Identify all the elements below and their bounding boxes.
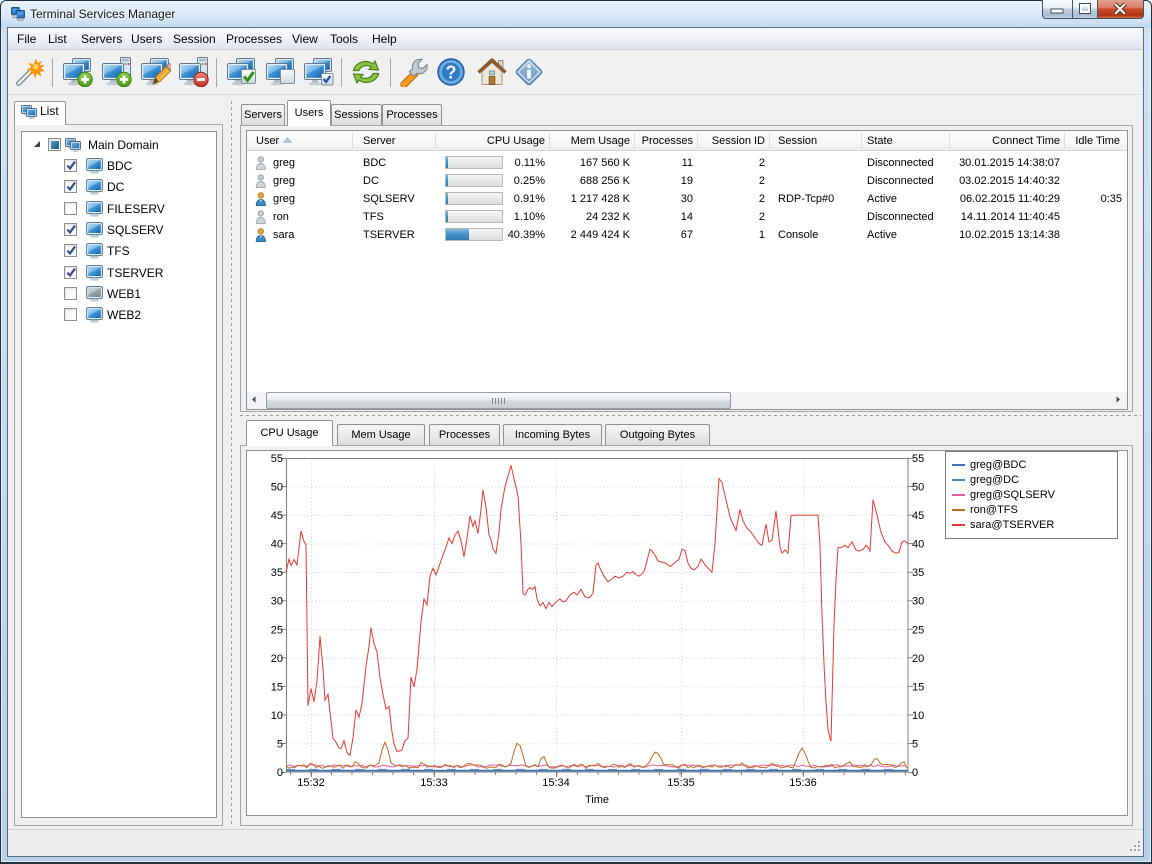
svg-text:0: 0 bbox=[277, 767, 283, 779]
svg-text:35: 35 bbox=[271, 567, 283, 579]
svg-text:15:33: 15:33 bbox=[420, 777, 448, 789]
svg-text:50: 50 bbox=[912, 482, 924, 494]
svg-text:50: 50 bbox=[271, 482, 283, 494]
svg-text:10: 10 bbox=[271, 710, 283, 722]
svg-text:35: 35 bbox=[912, 567, 924, 579]
svg-text:10: 10 bbox=[912, 710, 924, 722]
svg-text:15: 15 bbox=[271, 681, 283, 693]
svg-text:20: 20 bbox=[271, 653, 283, 665]
svg-text:40: 40 bbox=[912, 539, 924, 551]
svg-text:25: 25 bbox=[271, 624, 283, 636]
svg-text:30: 30 bbox=[912, 596, 924, 608]
svg-text:Time: Time bbox=[585, 794, 609, 806]
svg-text:5: 5 bbox=[912, 739, 918, 751]
svg-text:15:36: 15:36 bbox=[789, 777, 817, 789]
svg-text:?: ? bbox=[446, 63, 457, 83]
svg-text:25: 25 bbox=[912, 624, 924, 636]
svg-text:45: 45 bbox=[271, 510, 283, 522]
svg-text:55: 55 bbox=[271, 453, 283, 465]
svg-text:45: 45 bbox=[912, 510, 924, 522]
svg-text:55: 55 bbox=[912, 453, 924, 465]
svg-text:40: 40 bbox=[271, 539, 283, 551]
svg-text:0: 0 bbox=[912, 767, 918, 779]
svg-text:5: 5 bbox=[277, 739, 283, 751]
svg-text:15:34: 15:34 bbox=[542, 777, 570, 789]
svg-text:15: 15 bbox=[912, 681, 924, 693]
svg-text:30: 30 bbox=[271, 596, 283, 608]
svg-text:15:35: 15:35 bbox=[667, 777, 695, 789]
svg-text:15:32: 15:32 bbox=[297, 777, 325, 789]
svg-text:20: 20 bbox=[912, 653, 924, 665]
